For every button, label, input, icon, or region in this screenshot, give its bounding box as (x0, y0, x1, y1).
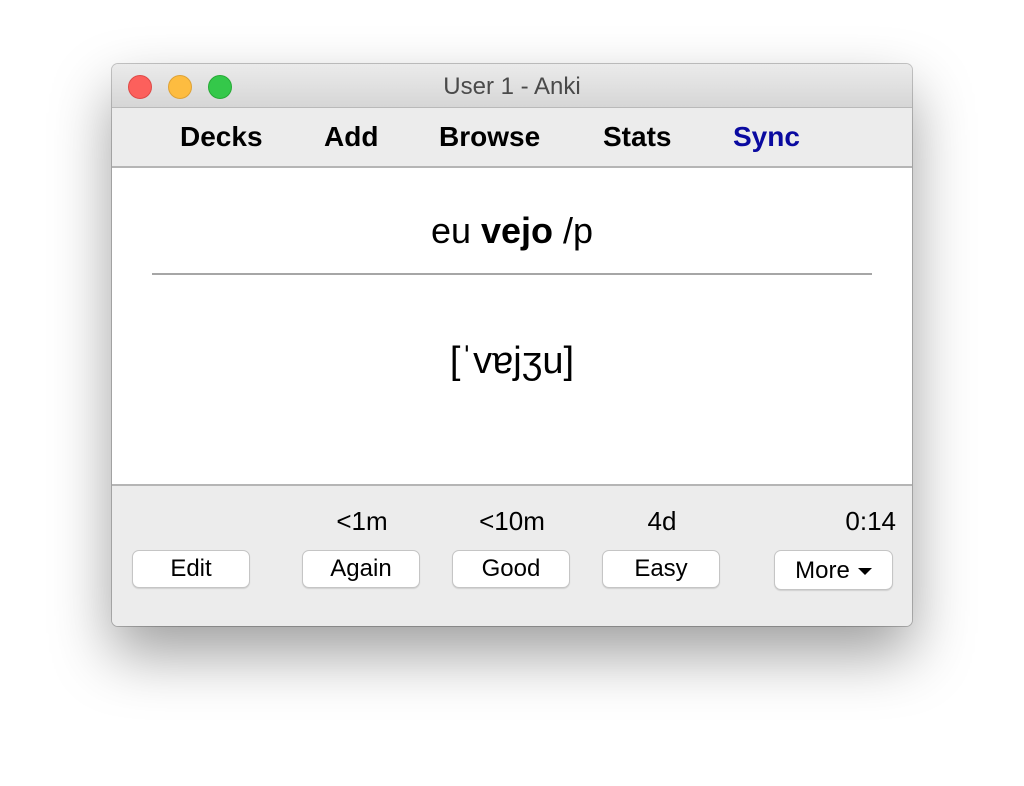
card-front: eu vejo /p (112, 210, 912, 252)
review-timer: 0:14 (845, 506, 896, 536)
front-prefix: eu (430, 210, 481, 251)
toolbar-add-link[interactable]: Add (324, 121, 378, 153)
again-button[interactable]: Again (302, 550, 420, 588)
toolbar-browse-link[interactable]: Browse (439, 121, 540, 153)
window-title: User 1 - Anki (443, 73, 581, 100)
front-suffix: /p (553, 210, 594, 251)
good-interval: <10m (479, 506, 545, 536)
toolbar-stats-link[interactable]: Stats (603, 121, 671, 153)
front-bold-word: vejo (480, 210, 554, 251)
card-back: [ˈvɐjʒu] (449, 340, 575, 382)
caret-down-icon (857, 568, 872, 576)
good-button[interactable]: Good (452, 550, 570, 588)
again-interval: <1m (336, 506, 388, 536)
main-toolbar: Decks Add Browse Stats Sync (112, 108, 912, 168)
card-review-area: eu vejo /p [ˈvɐjʒu] (112, 168, 912, 486)
easy-interval: 4d (647, 506, 677, 536)
more-button[interactable]: More (774, 550, 893, 590)
title-bar[interactable]: User 1 - Anki (112, 64, 912, 108)
anki-window: User 1 - Anki Decks Add Browse Stats Syn… (112, 64, 912, 626)
edit-button[interactable]: Edit (132, 550, 250, 588)
more-button-label: More (795, 557, 850, 584)
answer-divider (152, 273, 872, 275)
answer-bar: <1m <10m 4d 0:14 Edit Again Good Easy Mo… (112, 486, 912, 626)
toolbar-decks-link[interactable]: Decks (180, 121, 263, 153)
toolbar-sync-link[interactable]: Sync (733, 121, 800, 153)
easy-button[interactable]: Easy (602, 550, 720, 588)
